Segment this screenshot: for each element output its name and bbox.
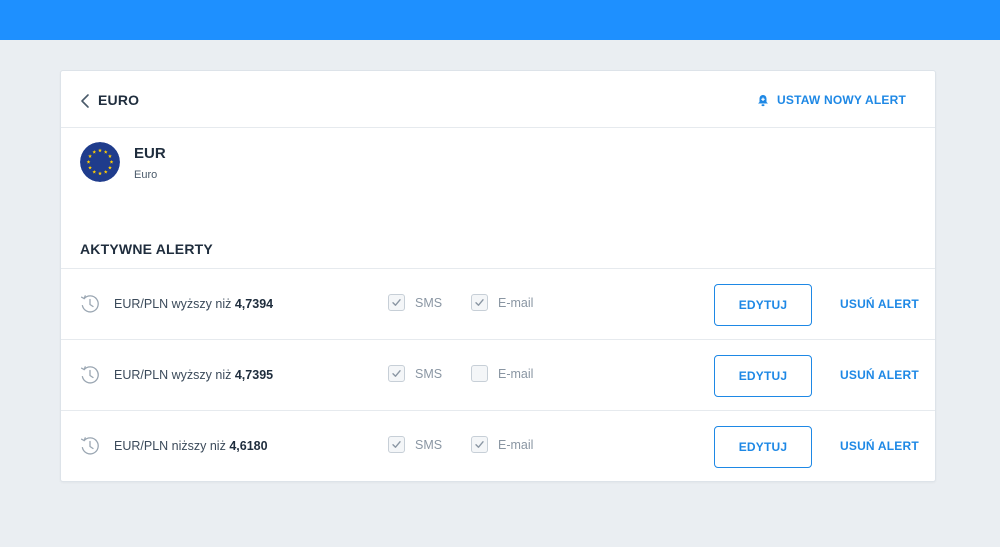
sms-checkbox[interactable]: SMS <box>388 365 442 382</box>
back-chevron-icon[interactable] <box>79 92 91 110</box>
alert-row: EUR/PLN wyższy niż 4,7395 SMS E-mail EDY… <box>61 339 935 410</box>
clock-icon <box>80 436 100 456</box>
eu-flag-icon <box>80 142 120 182</box>
alert-card: EURO USTAW NOWY ALERT EUR Euro AKTYWNE A… <box>60 70 936 482</box>
alerts-list: EUR/PLN wyższy niż 4,7394 SMS E-mail EDY… <box>61 268 935 481</box>
email-label: E-mail <box>498 366 534 381</box>
currency-code: EUR <box>134 145 166 162</box>
edit-button[interactable]: EDYTUJ <box>714 426 812 468</box>
new-alert-button[interactable]: USTAW NOWY ALERT <box>757 93 906 107</box>
sms-label: SMS <box>415 295 443 310</box>
sms-label: SMS <box>415 366 443 381</box>
currency-info: EUR Euro <box>80 142 166 182</box>
clock-icon <box>80 294 100 314</box>
alert-condition: EUR/PLN niższy niż 4,6180 <box>114 439 268 453</box>
sms-checkbox-box[interactable] <box>388 365 405 382</box>
sms-checkbox[interactable]: SMS <box>388 294 442 311</box>
alert-condition: EUR/PLN wyższy niż 4,7395 <box>114 368 274 382</box>
currency-name: Euro <box>134 169 158 181</box>
clock-icon <box>80 365 100 385</box>
alert-threshold: 4,6180 <box>229 439 268 453</box>
edit-button[interactable]: EDYTUJ <box>714 355 812 397</box>
sms-label: SMS <box>415 437 443 452</box>
delete-alert-link[interactable]: USUŃ ALERT <box>840 297 919 311</box>
email-label: E-mail <box>498 295 534 310</box>
delete-alert-link[interactable]: USUŃ ALERT <box>840 439 919 453</box>
email-label: E-mail <box>498 437 534 452</box>
sms-checkbox-box[interactable] <box>388 294 405 311</box>
email-checkbox[interactable]: E-mail <box>471 294 533 311</box>
page-title: EURO <box>98 92 140 108</box>
card-header: EURO USTAW NOWY ALERT <box>61 71 935 128</box>
email-checkbox-box[interactable] <box>471 365 488 382</box>
sms-checkbox-box[interactable] <box>388 436 405 453</box>
edit-button[interactable]: EDYTUJ <box>714 284 812 326</box>
alert-row: EUR/PLN wyższy niż 4,7394 SMS E-mail EDY… <box>61 268 935 339</box>
email-checkbox[interactable]: E-mail <box>471 436 533 453</box>
email-checkbox-box[interactable] <box>471 294 488 311</box>
email-checkbox[interactable]: E-mail <box>471 365 533 382</box>
top-bar <box>0 0 1000 40</box>
alert-threshold: 4,7394 <box>234 297 274 311</box>
new-alert-label: USTAW NOWY ALERT <box>777 93 906 107</box>
sms-checkbox[interactable]: SMS <box>388 436 442 453</box>
section-title: AKTYWNE ALERTY <box>80 241 213 257</box>
email-checkbox-box[interactable] <box>471 436 488 453</box>
alert-row: EUR/PLN niższy niż 4,6180 SMS E-mail EDY… <box>61 410 935 481</box>
delete-alert-link[interactable]: USUŃ ALERT <box>840 368 919 382</box>
bell-plus-icon <box>757 94 769 107</box>
alert-threshold: 4,7395 <box>234 368 274 382</box>
alert-condition: EUR/PLN wyższy niż 4,7394 <box>114 297 274 311</box>
